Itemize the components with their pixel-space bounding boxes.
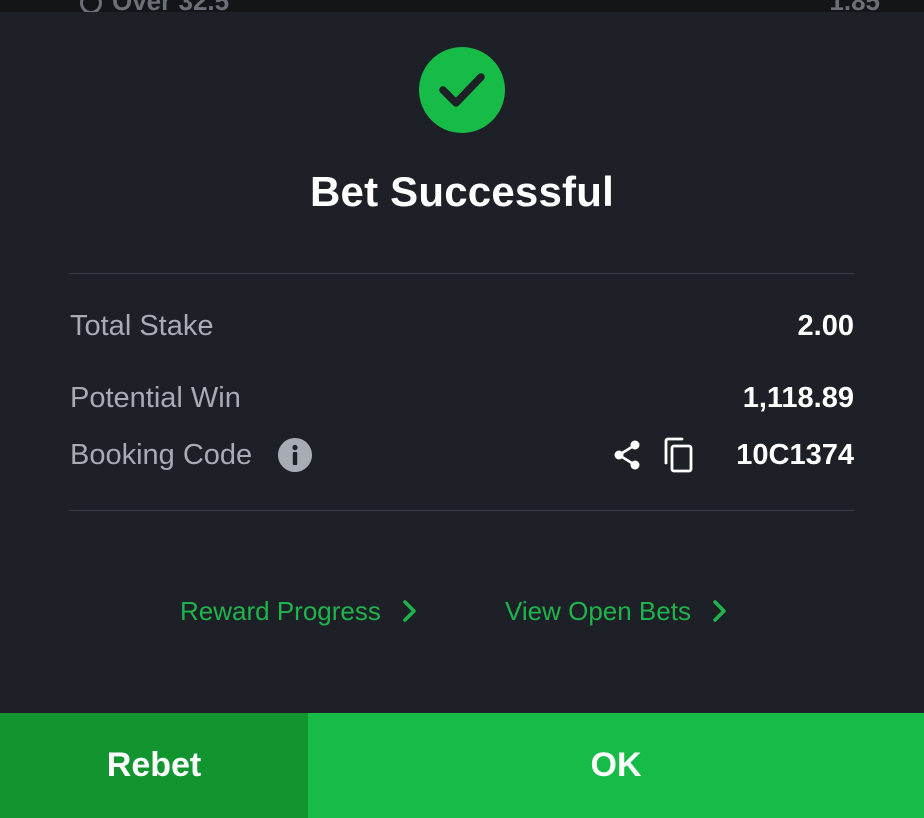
bet-success-dialog: Over 32.5 1.85 Bet Successful Total Stak…: [0, 0, 924, 818]
chevron-right-icon: [403, 600, 416, 622]
copy-icon[interactable]: [662, 437, 694, 473]
divider: [69, 510, 855, 511]
reward-progress-label: Reward Progress: [180, 596, 381, 626]
reward-progress-link[interactable]: Reward Progress: [180, 594, 419, 628]
ok-button[interactable]: OK: [308, 713, 924, 818]
rebet-button[interactable]: Rebet: [0, 713, 308, 818]
potential-win-value: 1,118.89: [742, 382, 854, 414]
total-stake-row: Total Stake 2.00: [70, 306, 854, 346]
dialog-title: Bet Successful: [310, 168, 614, 215]
potential-win-row: Potential Win 1,118.89: [70, 378, 854, 418]
info-icon[interactable]: [278, 438, 312, 472]
selection-odds: 1.85: [829, 0, 880, 12]
potential-win-label: Potential Win: [70, 382, 241, 414]
check-circle-icon: [419, 47, 505, 133]
view-open-bets-link[interactable]: View Open Bets: [505, 594, 729, 628]
booking-code-label: Booking Code: [70, 439, 253, 471]
total-stake-label: Total Stake: [70, 310, 214, 342]
booking-code-row: Booking Code 10C1374: [70, 435, 854, 475]
view-open-bets-label: View Open Bets: [505, 596, 691, 626]
background-selection-row: Over 32.5 1.85: [0, 0, 924, 12]
chevron-right-icon: [713, 600, 726, 622]
globe-icon: [80, 0, 102, 12]
selection-name: Over 32.5: [80, 0, 229, 12]
booking-code-value[interactable]: 10C1374: [736, 435, 854, 475]
share-icon[interactable]: [611, 439, 643, 471]
divider: [69, 273, 855, 274]
total-stake-value: 2.00: [797, 310, 854, 342]
